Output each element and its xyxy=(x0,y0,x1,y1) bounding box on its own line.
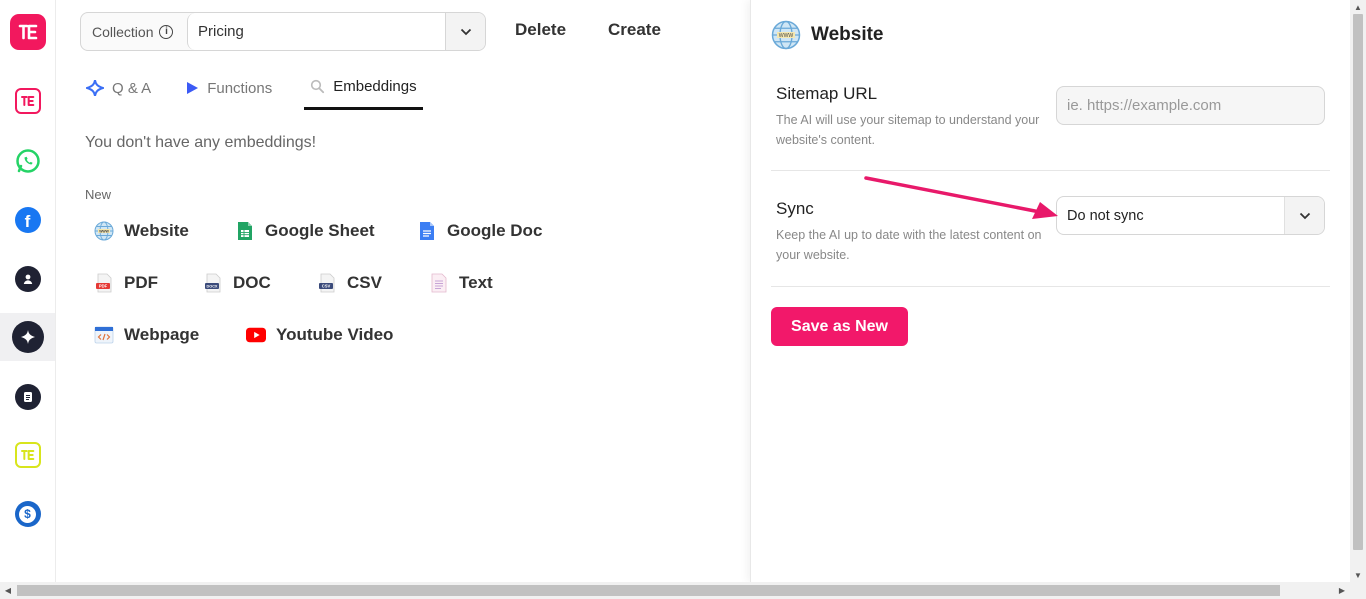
chevron-down-icon xyxy=(1299,212,1310,219)
website-embedding-panel: WWW Website Sitemap URL The AI will use … xyxy=(750,0,1350,582)
nav-billing[interactable]: $ xyxy=(0,490,55,538)
webpage-code-icon xyxy=(94,325,114,345)
source-google-sheet[interactable]: Google Sheet xyxy=(235,221,375,241)
sparkle-icon xyxy=(86,79,104,97)
pdf-file-icon: PDF xyxy=(94,273,114,293)
brand-alt-icon xyxy=(14,442,41,468)
tab-qa-label: Q & A xyxy=(112,79,152,97)
google-sheet-icon xyxy=(235,221,255,241)
collection-value: Pricing xyxy=(198,23,244,40)
scroll-left-arrow-icon[interactable]: ◀ xyxy=(0,582,16,599)
brand-logo-icon xyxy=(9,14,46,50)
source-website[interactable]: WWW Website xyxy=(94,221,189,241)
nav-ai-active[interactable] xyxy=(0,313,55,361)
scroll-down-arrow-icon[interactable]: ▼ xyxy=(1350,568,1366,582)
doc-file-icon: DOCX xyxy=(203,273,223,293)
tab-qa[interactable]: Q & A xyxy=(84,74,153,102)
svg-text:DOCX: DOCX xyxy=(207,285,218,289)
facebook-icon: f xyxy=(14,207,41,233)
google-doc-icon xyxy=(417,221,437,241)
nav-contacts[interactable] xyxy=(0,255,55,303)
source-youtube-label: Youtube Video xyxy=(276,325,394,344)
main-content: Collection i Pricing Delete Create Q & A… xyxy=(56,0,750,582)
document-icon xyxy=(14,384,41,410)
collection-label: Collection xyxy=(92,23,154,40)
sitemap-url-label: Sitemap URL xyxy=(776,84,878,103)
source-webpage[interactable]: Webpage xyxy=(94,325,199,345)
scroll-up-arrow-icon[interactable]: ▲ xyxy=(1350,0,1366,14)
save-as-new-button[interactable]: Save as New xyxy=(771,307,908,346)
search-icon xyxy=(311,79,325,94)
collection-label-group: Collection i xyxy=(81,13,187,50)
delete-button[interactable]: Delete xyxy=(515,20,566,40)
info-icon[interactable]: i xyxy=(159,24,174,39)
collection-dropdown[interactable]: Pricing xyxy=(187,13,445,50)
source-webpage-label: Webpage xyxy=(124,325,200,344)
svg-text:WWW: WWW xyxy=(99,229,109,233)
source-pdf[interactable]: PDF PDF xyxy=(94,273,158,293)
csv-file-icon: CSV xyxy=(317,273,337,293)
svg-text:CSV: CSV xyxy=(322,284,331,289)
source-csv-label: CSV xyxy=(347,273,382,292)
text-file-icon xyxy=(429,273,449,293)
app-logo[interactable] xyxy=(0,8,55,56)
nav-facebook[interactable]: f xyxy=(0,196,55,244)
source-doc-label: DOC xyxy=(233,273,271,292)
vertical-scroll-thumb[interactable] xyxy=(1353,14,1363,550)
globe-icon: WWW xyxy=(94,221,114,241)
sync-label: Sync xyxy=(776,199,814,218)
sparkle-icon xyxy=(11,321,44,353)
sync-dropdown[interactable]: Do not sync xyxy=(1056,196,1325,235)
vertical-scrollbar[interactable]: ▲ ▼ xyxy=(1350,0,1366,582)
dollar-icon: $ xyxy=(14,501,41,527)
globe-icon: WWW xyxy=(771,20,801,50)
play-icon xyxy=(187,82,199,94)
app-sidebar: f $ xyxy=(0,0,56,582)
source-google-doc-label: Google Doc xyxy=(447,221,543,240)
collection-dropdown-toggle[interactable] xyxy=(445,13,485,50)
svg-text:WWW: WWW xyxy=(779,33,794,39)
nav-brand-alt[interactable] xyxy=(0,431,55,479)
nav-documents[interactable] xyxy=(0,373,55,421)
source-text[interactable]: Text xyxy=(429,273,493,293)
source-google-sheet-label: Google Sheet xyxy=(265,221,375,240)
nav-app-icon[interactable] xyxy=(0,77,55,125)
new-section-label: New xyxy=(85,187,112,202)
source-youtube[interactable]: Youtube Video xyxy=(246,325,393,345)
panel-title: Website xyxy=(811,24,884,45)
divider xyxy=(771,170,1330,171)
tab-bar: Q & A Functions Embeddings xyxy=(84,74,453,110)
scroll-right-arrow-icon[interactable]: ▶ xyxy=(1334,582,1350,599)
sitemap-url-input[interactable] xyxy=(1056,86,1325,125)
source-website-label: Website xyxy=(124,221,189,240)
sync-help: Keep the AI up to date with the latest c… xyxy=(776,228,1042,262)
brand-app-icon xyxy=(14,88,41,114)
collection-selector: Collection i Pricing xyxy=(80,12,486,51)
chevron-down-icon xyxy=(460,28,471,35)
nav-whatsapp[interactable] xyxy=(0,137,55,185)
source-csv[interactable]: CSV CSV xyxy=(317,273,382,293)
source-google-doc[interactable]: Google Doc xyxy=(417,221,542,241)
svg-text:PDF: PDF xyxy=(99,284,108,289)
source-pdf-label: PDF xyxy=(124,273,158,292)
divider xyxy=(771,286,1330,287)
tab-functions[interactable]: Functions xyxy=(183,74,274,102)
sync-value: Do not sync xyxy=(1067,207,1144,224)
source-doc[interactable]: DOCX DOC xyxy=(203,273,271,293)
source-text-label: Text xyxy=(459,273,493,292)
horizontal-scroll-thumb[interactable] xyxy=(17,585,1280,596)
horizontal-scrollbar[interactable]: ◀ ▶ xyxy=(0,582,1366,599)
panel-header: WWW Website xyxy=(771,20,884,50)
empty-embeddings-message: You don't have any embeddings! xyxy=(85,134,317,151)
tab-functions-label: Functions xyxy=(207,79,273,97)
whatsapp-icon xyxy=(15,149,40,173)
sitemap-url-help: The AI will use your sitemap to understa… xyxy=(776,113,1040,147)
sync-dropdown-toggle[interactable] xyxy=(1284,197,1324,234)
create-button[interactable]: Create xyxy=(608,20,661,40)
tab-embeddings[interactable]: Embeddings xyxy=(304,74,423,110)
youtube-icon xyxy=(246,325,266,345)
tab-embeddings-label: Embeddings xyxy=(333,78,417,95)
user-icon xyxy=(14,266,41,292)
